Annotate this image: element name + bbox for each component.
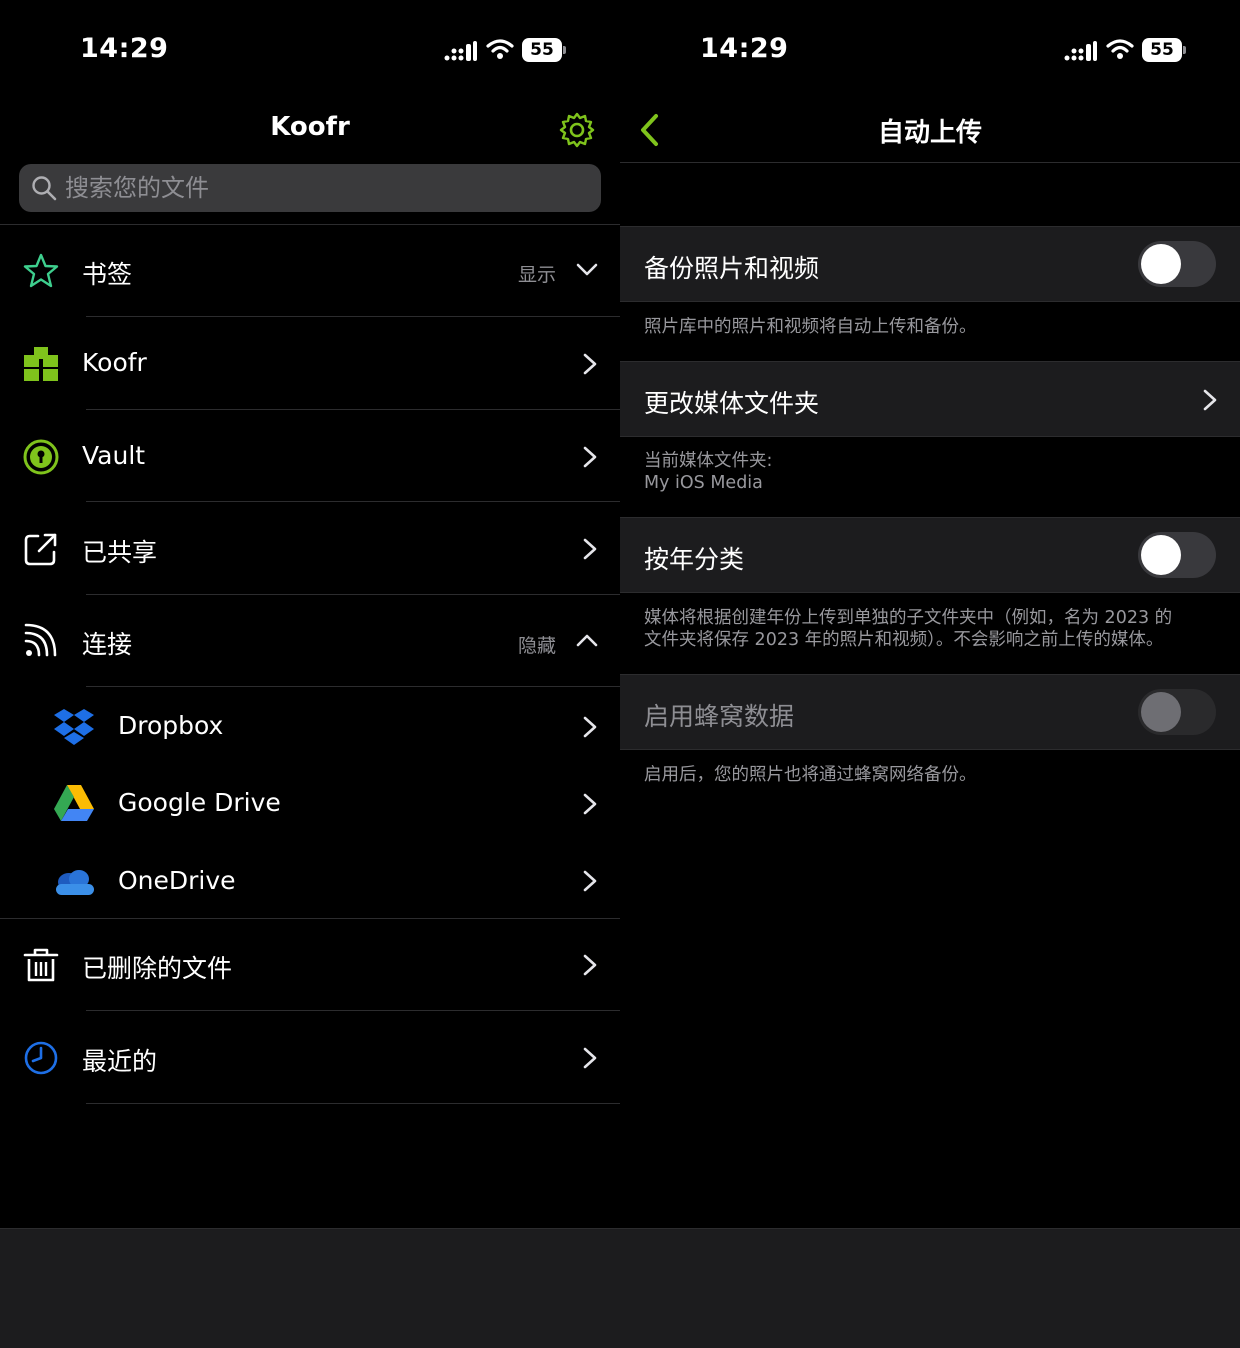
google-drive-icon xyxy=(54,785,94,821)
sort-by-year-note-line1: 媒体将根据创建年份上传到单独的子文件夹中（例如，名为 2023 的 xyxy=(644,608,1173,628)
backup-photos-toggle[interactable] xyxy=(1138,241,1216,287)
backup-photos-cell: 备份照片和视频 xyxy=(620,226,1240,302)
bottom-panel xyxy=(0,1228,1240,1348)
clock-icon xyxy=(24,1041,58,1075)
cellular-signal-icon xyxy=(1064,41,1097,61)
change-media-folder-label: 更改媒体文件夹 xyxy=(644,389,820,418)
sort-by-year-toggle[interactable] xyxy=(1138,532,1216,578)
wifi-icon xyxy=(486,39,514,59)
sort-by-year-cell: 按年分类 xyxy=(620,517,1240,593)
share-external-icon xyxy=(24,533,57,566)
backup-photos-note: 照片库中的照片和视频将自动上传和备份。 xyxy=(644,317,977,337)
cellular-data-toggle[interactable] xyxy=(1138,689,1216,735)
wifi-icon xyxy=(1106,39,1134,59)
koofr-row[interactable]: Koofr xyxy=(0,318,620,410)
sort-by-year-note-line2: 文件夹将保存 2023 年的照片和视频）。不会影响之前上传的媒体。 xyxy=(644,630,1164,650)
current-media-folder-value: My iOS Media xyxy=(644,473,763,493)
sort-by-year-label: 按年分类 xyxy=(644,545,745,574)
connections-label: 连接 xyxy=(82,630,133,659)
dropbox-label: Dropbox xyxy=(118,711,224,740)
chevron-down-icon[interactable] xyxy=(574,259,600,279)
koofr-home-screen: 14:29 55 Koofr 书签 显示 xyxy=(0,0,620,1228)
change-media-folder-cell[interactable]: 更改媒体文件夹 xyxy=(620,361,1240,437)
search-icon xyxy=(32,176,57,201)
rss-feed-icon xyxy=(24,623,57,657)
deleted-files-row[interactable]: 已删除的文件 xyxy=(0,919,620,1011)
battery-icon: 55 xyxy=(522,38,566,62)
cellular-data-note: 启用后，您的照片也将通过蜂窝网络备份。 xyxy=(644,765,977,785)
page-title: 自动上传 xyxy=(877,118,982,148)
connections-row[interactable]: 连接 隐藏 xyxy=(0,595,620,687)
star-icon xyxy=(23,253,59,288)
recent-label: 最近的 xyxy=(82,1047,158,1076)
chevron-right-icon xyxy=(583,793,597,815)
bookmarks-row[interactable]: 书签 显示 xyxy=(0,225,620,317)
cellular-data-label: 启用蜂窝数据 xyxy=(644,702,795,731)
shared-row[interactable]: 已共享 xyxy=(0,502,620,595)
current-media-folder-title: 当前媒体文件夹: xyxy=(644,451,773,471)
status-time: 14:29 xyxy=(700,33,789,64)
koofr-label: Koofr xyxy=(82,348,147,377)
koofr-logo-icon xyxy=(24,347,58,381)
divider xyxy=(86,1103,620,1104)
onedrive-row[interactable]: OneDrive xyxy=(0,842,620,919)
vault-label: Vault xyxy=(82,441,146,470)
chevron-right-icon xyxy=(583,353,597,375)
backup-photos-label: 备份照片和视频 xyxy=(644,254,820,283)
google-drive-label: Google Drive xyxy=(118,788,281,817)
chevron-right-icon xyxy=(583,446,597,468)
chevron-right-icon xyxy=(583,870,597,892)
search-bar[interactable] xyxy=(19,164,601,212)
status-bar: 14:29 55 xyxy=(620,0,1240,100)
vault-row[interactable]: Vault xyxy=(0,410,620,502)
vault-lock-icon xyxy=(23,439,59,475)
divider xyxy=(86,316,620,317)
deleted-files-label: 已删除的文件 xyxy=(82,954,233,983)
recent-row[interactable]: 最近的 xyxy=(0,1011,620,1104)
chevron-right-icon xyxy=(583,1047,597,1069)
chevron-right-icon xyxy=(583,716,597,738)
chevron-right-icon xyxy=(1203,389,1217,411)
chevron-up-icon[interactable] xyxy=(574,631,600,651)
chevron-right-icon xyxy=(583,954,597,976)
dropbox-icon xyxy=(54,709,94,745)
divider xyxy=(620,162,1240,163)
chevron-right-icon xyxy=(583,538,597,560)
bookmarks-label: 书签 xyxy=(82,260,133,289)
status-bar: 14:29 55 xyxy=(0,0,620,100)
battery-icon: 55 xyxy=(1142,38,1186,62)
onedrive-icon xyxy=(56,870,94,895)
connections-hide-toggle[interactable]: 隐藏 xyxy=(518,631,556,658)
search-input[interactable] xyxy=(65,164,585,212)
page-title: Koofr xyxy=(270,112,350,142)
shared-label: 已共享 xyxy=(82,538,158,567)
dropbox-row[interactable]: Dropbox xyxy=(0,687,620,765)
cellular-signal-icon xyxy=(444,41,477,61)
settings-gear-icon[interactable] xyxy=(558,111,596,149)
onedrive-label: OneDrive xyxy=(118,866,236,895)
google-drive-row[interactable]: Google Drive xyxy=(0,765,620,842)
status-time: 14:29 xyxy=(80,33,169,64)
cellular-data-cell: 启用蜂窝数据 xyxy=(620,674,1240,750)
bookmarks-show-toggle[interactable]: 显示 xyxy=(518,260,556,287)
trash-icon xyxy=(23,948,59,982)
